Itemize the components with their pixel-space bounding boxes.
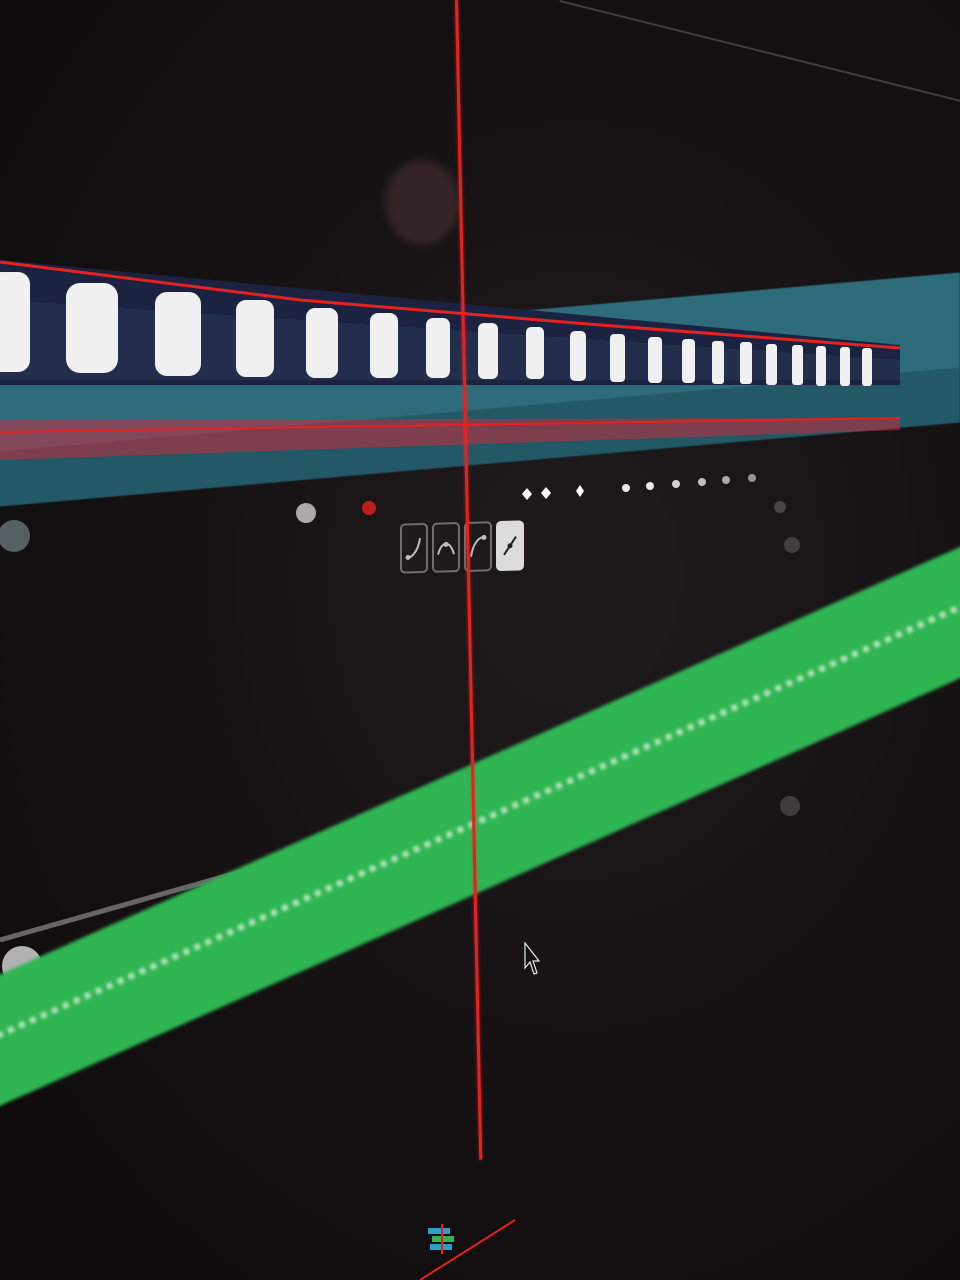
keyframe[interactable] bbox=[646, 482, 654, 490]
keyframe[interactable] bbox=[622, 484, 630, 492]
ease-in-icon bbox=[405, 537, 421, 560]
keyframe-row bbox=[0, 474, 756, 552]
keyframe-diamond[interactable] bbox=[541, 487, 551, 499]
interpolation-toolbar bbox=[400, 520, 524, 574]
keyframe[interactable] bbox=[296, 503, 316, 523]
keyframe[interactable] bbox=[748, 474, 756, 482]
linear-icon bbox=[503, 536, 517, 556]
ease-out-icon bbox=[470, 534, 487, 557]
keyframe-diamond[interactable] bbox=[576, 485, 584, 497]
ease-in-out-icon bbox=[437, 541, 455, 555]
keyframe-selected[interactable] bbox=[362, 501, 376, 515]
bottom-toolbar bbox=[420, 1219, 516, 1280]
linear-button[interactable] bbox=[496, 520, 524, 572]
timeline-mode-icon[interactable] bbox=[428, 1224, 454, 1254]
keyframe[interactable] bbox=[722, 476, 730, 484]
mouse-cursor-icon bbox=[524, 942, 540, 975]
ease-in-out-button[interactable] bbox=[432, 522, 460, 573]
keyframe[interactable] bbox=[0, 520, 30, 552]
keyframe[interactable] bbox=[672, 480, 680, 488]
ease-in-button[interactable] bbox=[400, 522, 428, 574]
editor-viewport bbox=[0, 0, 960, 1280]
keyframe[interactable] bbox=[698, 478, 706, 486]
keyframe-diamond[interactable] bbox=[522, 488, 532, 500]
